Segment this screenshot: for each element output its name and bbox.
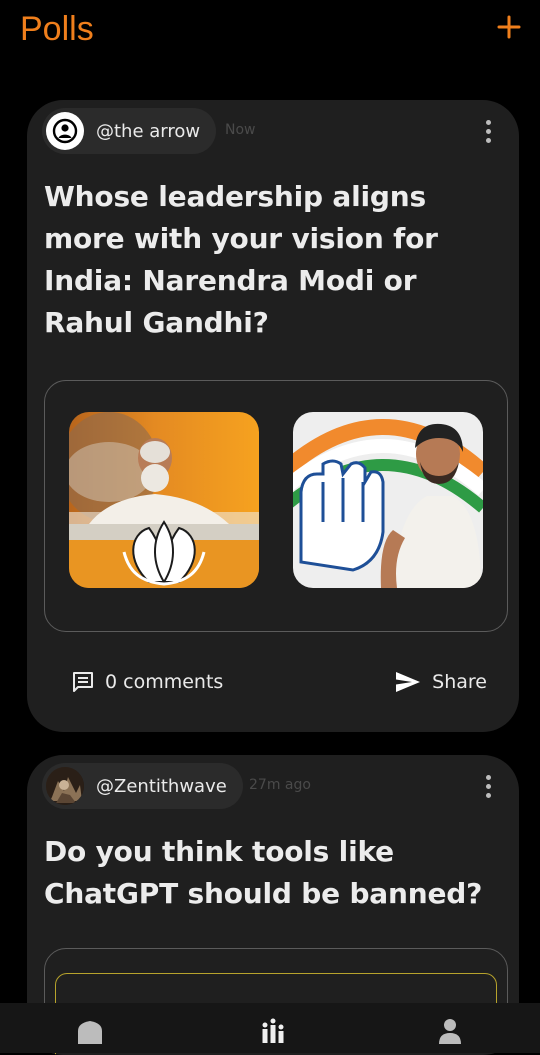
more-options-button[interactable] [483,775,493,799]
home-icon [78,1021,102,1044]
app-header: Polls [0,0,540,70]
rahul-gandhi-photo [293,412,483,588]
add-poll-button[interactable] [496,14,522,40]
page-title: Polls [20,10,94,48]
comments-button[interactable]: 0 comments [71,670,223,694]
comments-count: 0 comments [105,671,224,693]
narendra-modi-photo [69,412,259,588]
share-button[interactable]: Share [394,670,487,694]
poll-option-gandhi[interactable] [293,412,483,588]
post-time: 27m ago [249,777,311,793]
polls-icon [262,1018,284,1043]
post-time: Now [225,122,256,138]
poll-card[interactable]: @the arrow Now Whose leadership aligns m… [27,100,519,732]
nav-home[interactable] [76,1017,104,1045]
share-label: Share [432,671,487,693]
author-username: @the arrow [96,120,201,142]
bottom-navigation [0,1003,540,1053]
more-options-button[interactable] [483,120,493,144]
nav-polls[interactable] [259,1017,287,1045]
avatar [46,112,84,150]
plus-icon [497,15,521,39]
poll-question: Whose leadership aligns more with your v… [44,180,438,339]
user-photo-avatar [46,767,84,805]
author-chip[interactable]: @Zentithwave [42,763,243,809]
comment-icon [73,672,93,692]
nav-profile[interactable] [436,1017,464,1045]
poll-question: Do you think tools like ChatGPT should b… [44,835,483,910]
send-icon [396,672,421,692]
profile-icon [439,1019,461,1044]
author-chip[interactable]: @the arrow [42,108,217,154]
author-username: @Zentithwave [96,775,227,797]
poll-option-modi[interactable] [69,412,259,588]
poll-options [44,380,508,632]
user-avatar-icon [52,118,78,144]
post-actions: 0 comments Share [27,660,519,704]
avatar [46,767,84,805]
